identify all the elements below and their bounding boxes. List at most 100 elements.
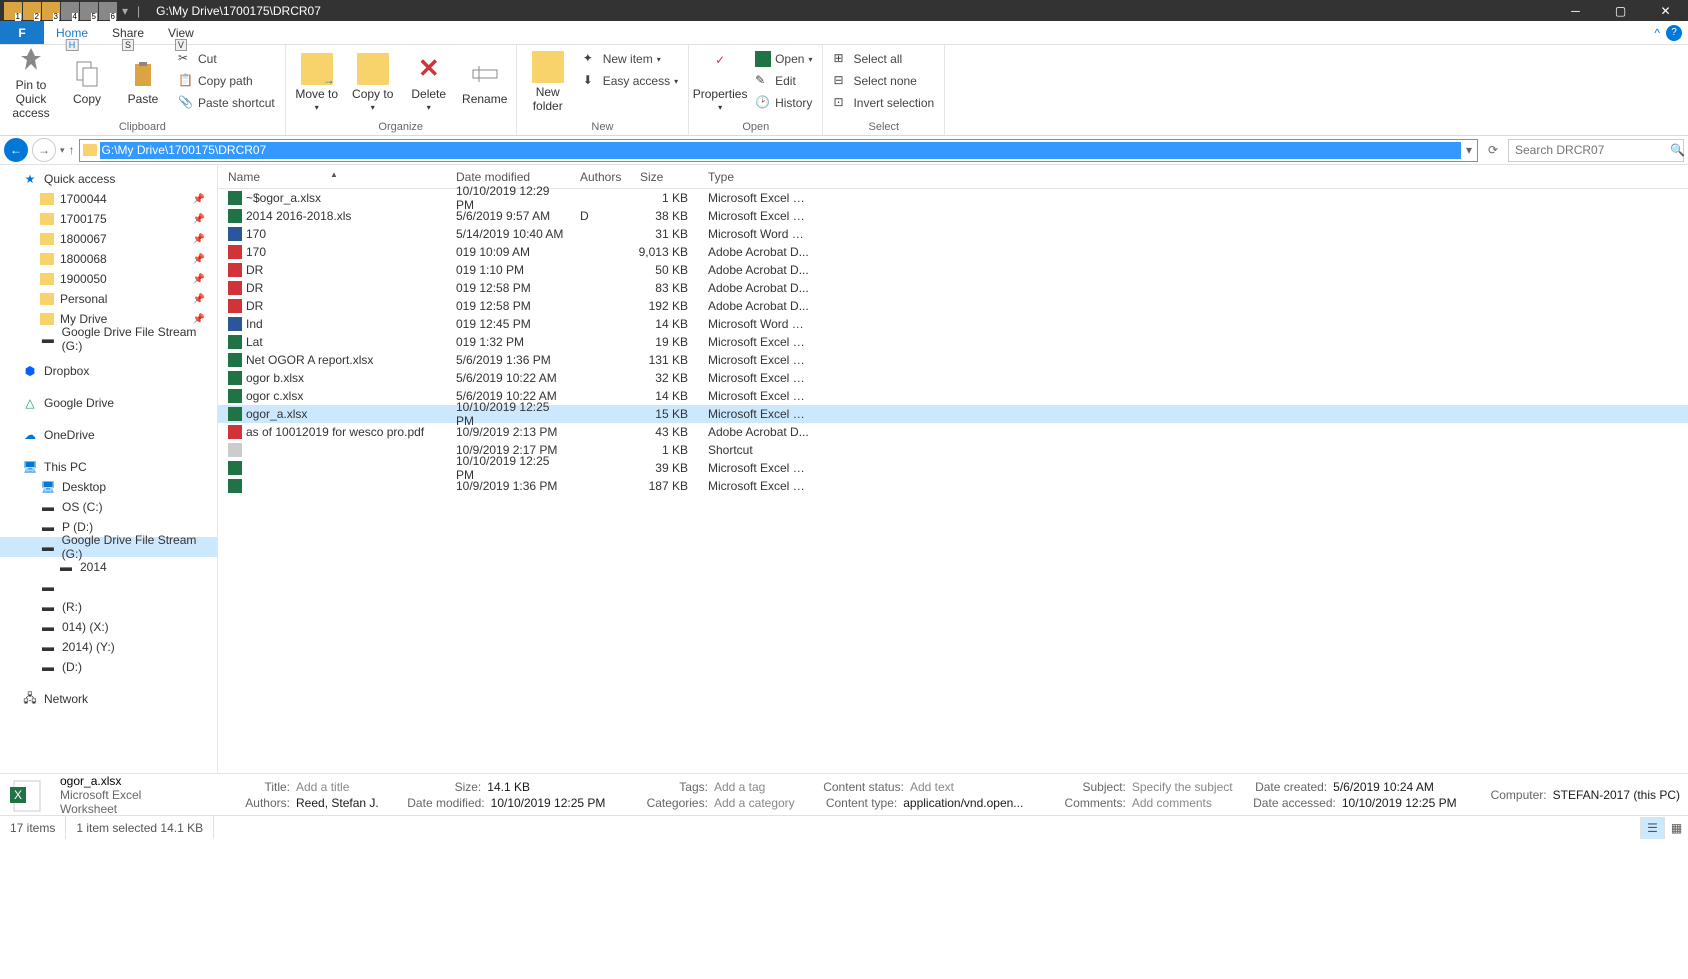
file-type: Microsoft Excel W... xyxy=(698,407,810,421)
sidebar-item-pinned[interactable]: 1700175📌 xyxy=(0,209,217,229)
sidebar-item-drive[interactable]: ▬(D:) xyxy=(0,657,217,677)
file-row[interactable]: DR019 12:58 PM192 KBAdobe Acrobat D... xyxy=(218,297,1688,315)
details-authors[interactable]: Reed, Stefan J. xyxy=(296,796,379,810)
qat-item[interactable]: 4 xyxy=(61,2,79,20)
history-button[interactable]: 🕑History xyxy=(751,93,816,113)
qat-item[interactable]: 6 xyxy=(99,2,117,20)
copy-to-button[interactable]: Copy to▾ xyxy=(348,47,398,117)
sidebar-item-drive[interactable]: ▬2014) (Y:) xyxy=(0,637,217,657)
sidebar-item-quick-access[interactable]: ★Quick access xyxy=(0,169,217,189)
sidebar-item-drive[interactable]: ▬ xyxy=(0,577,217,597)
sidebar-item-network[interactable]: 🖧Network xyxy=(0,689,217,709)
maximize-button[interactable]: ▢ xyxy=(1598,0,1643,21)
file-row[interactable]: 10/9/2019 2:17 PM1 KBShortcut xyxy=(218,441,1688,459)
rename-icon xyxy=(469,58,501,90)
sidebar-item-drive[interactable]: ▬OS (C:) xyxy=(0,497,217,517)
back-button[interactable]: ← xyxy=(4,138,28,162)
sidebar-item-drive-sub[interactable]: ▬2014 xyxy=(0,557,217,577)
column-header-authors[interactable]: Authors xyxy=(570,170,630,184)
details-categories[interactable]: Add a category xyxy=(714,796,795,810)
cut-button[interactable]: ✂Cut xyxy=(174,49,279,69)
details-title[interactable]: Add a title xyxy=(296,780,349,794)
sidebar-item-drive[interactable]: ▬014) (X:) xyxy=(0,617,217,637)
search-input[interactable] xyxy=(1515,143,1670,157)
ribbon-collapse-icon[interactable]: ^ xyxy=(1654,26,1660,40)
open-button[interactable]: Open ▾ xyxy=(751,49,816,69)
sidebar-item-pinned[interactable]: 1700044📌 xyxy=(0,189,217,209)
recent-locations-button[interactable]: ▾ xyxy=(60,145,65,156)
pin-to-quick-access-button[interactable]: Pin to Quick access xyxy=(6,47,56,117)
file-tab[interactable]: F xyxy=(0,21,44,44)
sidebar-item-pinned[interactable]: 1900050📌 xyxy=(0,269,217,289)
paste-button[interactable]: Paste xyxy=(118,47,168,117)
details-view-button[interactable]: ☰ xyxy=(1640,817,1664,839)
sidebar-item-desktop[interactable]: 🖥Desktop xyxy=(0,477,217,497)
select-all-button[interactable]: ⊞Select all xyxy=(829,49,938,69)
qat-item[interactable]: 1 xyxy=(4,2,22,20)
file-row[interactable]: 170019 10:09 AM9,013 KBAdobe Acrobat D..… xyxy=(218,243,1688,261)
sidebar-item-onedrive[interactable]: ☁OneDrive xyxy=(0,425,217,445)
thumbnails-view-button[interactable]: ▦ xyxy=(1664,817,1688,839)
file-row[interactable]: Lat019 1:32 PM19 KBMicrosoft Excel W... xyxy=(218,333,1688,351)
column-header-name[interactable]: Name ▲ xyxy=(218,170,446,184)
sidebar-item-this-pc[interactable]: 🖥This PC xyxy=(0,457,217,477)
file-row[interactable]: 10/10/2019 12:25 PM39 KBMicrosoft Excel … xyxy=(218,459,1688,477)
new-folder-button[interactable]: New folder xyxy=(523,47,573,117)
file-row[interactable]: ogor_a.xlsx10/10/2019 12:25 PM15 KBMicro… xyxy=(218,405,1688,423)
details-tags[interactable]: Add a tag xyxy=(714,780,765,794)
column-header-size[interactable]: Size xyxy=(630,170,698,184)
column-header-date[interactable]: Date modified xyxy=(446,170,570,184)
sidebar-item-google-drive[interactable]: △Google Drive xyxy=(0,393,217,413)
file-row[interactable]: ogor b.xlsx5/6/2019 10:22 AM32 KBMicroso… xyxy=(218,369,1688,387)
refresh-button[interactable]: ⟳ xyxy=(1482,143,1504,157)
invert-selection-button[interactable]: ⊡Invert selection xyxy=(829,93,938,113)
sidebar-item-drive[interactable]: ▬Google Drive File Stream (G:) xyxy=(0,537,217,557)
close-button[interactable]: ✕ xyxy=(1643,0,1688,21)
file-size: 32 KB xyxy=(630,371,698,385)
copy-path-button[interactable]: 📋Copy path xyxy=(174,71,279,91)
file-row[interactable]: as of 10012019 for wesco pro.pdf10/9/201… xyxy=(218,423,1688,441)
copy-button[interactable]: Copy xyxy=(62,47,112,117)
paste-shortcut-button[interactable]: 📎Paste shortcut xyxy=(174,93,279,113)
easy-access-button[interactable]: ⬇Easy access ▾ xyxy=(579,71,682,91)
file-row[interactable]: Ind019 12:45 PM14 KBMicrosoft Word D... xyxy=(218,315,1688,333)
forward-button[interactable]: → xyxy=(32,138,56,162)
file-row[interactable]: DR019 12:58 PM83 KBAdobe Acrobat D... xyxy=(218,279,1688,297)
properties-button[interactable]: ✓Properties▾ xyxy=(695,47,745,117)
sidebar-item-pinned[interactable]: Personal📌 xyxy=(0,289,217,309)
address-dropdown-icon[interactable]: ▾ xyxy=(1461,143,1477,157)
delete-button[interactable]: ✕Delete▾ xyxy=(404,47,454,117)
sidebar-item-gdrive-fs[interactable]: ▬Google Drive File Stream (G:) xyxy=(0,329,217,349)
help-icon[interactable]: ? xyxy=(1666,25,1682,41)
edit-button[interactable]: ✎Edit xyxy=(751,71,816,91)
file-row[interactable]: 2014 2016-2018.xls5/6/2019 9:57 AMD38 KB… xyxy=(218,207,1688,225)
tab-home[interactable]: HomeH xyxy=(44,21,100,44)
file-row[interactable]: Net OGOR A report.xlsx5/6/2019 1:36 PM13… xyxy=(218,351,1688,369)
qat-item[interactable]: 2 xyxy=(23,2,41,20)
up-button[interactable]: ↑ xyxy=(69,143,75,157)
sidebar-item-dropbox[interactable]: ⬢Dropbox xyxy=(0,361,217,381)
qat-item[interactable]: 5 xyxy=(80,2,98,20)
sidebar-item-pinned[interactable]: 1800068📌 xyxy=(0,249,217,269)
qat-item[interactable]: 3 xyxy=(42,2,60,20)
sidebar-item-pinned[interactable]: 1800067📌 xyxy=(0,229,217,249)
address-input[interactable] xyxy=(100,142,1461,159)
file-row[interactable]: 10/9/2019 1:36 PM187 KBMicrosoft Excel W… xyxy=(218,477,1688,495)
select-none-button[interactable]: ⊟Select none xyxy=(829,71,938,91)
file-row[interactable]: 1705/14/2019 10:40 AM31 KBMicrosoft Word… xyxy=(218,225,1688,243)
column-header-type[interactable]: Type xyxy=(698,170,1688,184)
search-icon[interactable]: 🔍 xyxy=(1670,143,1685,157)
new-item-button[interactable]: ✦New item ▾ xyxy=(579,49,682,69)
details-content-status[interactable]: Add text xyxy=(910,780,954,794)
move-to-button[interactable]: →Move to▾ xyxy=(292,47,342,117)
sidebar-item-drive[interactable]: ▬(R:) xyxy=(0,597,217,617)
minimize-button[interactable]: ─ xyxy=(1553,0,1598,21)
file-row[interactable]: ~$ogor_a.xlsx10/10/2019 12:29 PM1 KBMicr… xyxy=(218,189,1688,207)
tab-view[interactable]: ViewV xyxy=(156,21,206,44)
file-row[interactable]: DR019 1:10 PM50 KBAdobe Acrobat D... xyxy=(218,261,1688,279)
details-subject[interactable]: Specify the subject xyxy=(1132,780,1233,794)
tab-share[interactable]: ShareS xyxy=(100,21,156,44)
file-row[interactable]: ogor c.xlsx5/6/2019 10:22 AM14 KBMicroso… xyxy=(218,387,1688,405)
details-comments[interactable]: Add comments xyxy=(1132,796,1212,810)
rename-button[interactable]: Rename xyxy=(460,47,510,117)
